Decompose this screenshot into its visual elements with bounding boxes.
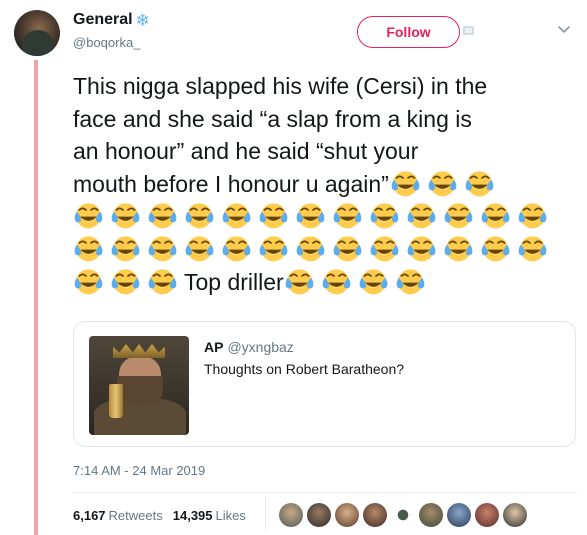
joy-emoji-icon: [369, 233, 400, 263]
joy-emoji-icon: [332, 200, 363, 230]
likes-stat[interactable]: 14,395 Likes: [173, 508, 246, 523]
joy-emoji-icon: [443, 200, 474, 230]
joy-emoji-icon: [73, 233, 104, 263]
joy-emoji-icon: [147, 233, 178, 263]
joy-emoji-icon: [427, 168, 458, 198]
liker-avatar[interactable]: [447, 503, 471, 527]
quoted-tweet-image[interactable]: [89, 336, 189, 435]
emoji-row: [73, 200, 581, 233]
display-name[interactable]: General: [73, 11, 133, 29]
liker-avatars: [279, 503, 527, 527]
joy-emoji-icon: [258, 200, 289, 230]
quoted-author-handle: @yxngbaz: [227, 339, 294, 355]
user-handle[interactable]: @boqorka_: [73, 35, 140, 50]
joy-emoji-icon: [147, 200, 178, 230]
divider: [73, 492, 577, 493]
joy-emoji-icon: [295, 233, 326, 263]
thread-line: [34, 60, 38, 535]
joy-emoji-icon: [517, 200, 548, 230]
joy-emoji-icon: [295, 200, 326, 230]
joy-emoji-icon: [406, 233, 437, 263]
liker-avatar[interactable]: [503, 503, 527, 527]
emoji-row: [73, 233, 581, 266]
joy-emoji-icon: [73, 266, 104, 296]
joy-emoji-icon: [395, 266, 426, 296]
liker-avatar[interactable]: [363, 503, 387, 527]
follow-button[interactable]: Follow: [357, 16, 460, 48]
snowflake-icon: ❄: [135, 10, 150, 30]
joy-emoji-icon: [443, 233, 474, 263]
joy-emoji-icon: [390, 168, 421, 198]
user-avatar[interactable]: [14, 10, 60, 56]
tweet-timestamp[interactable]: 7:14 AM - 24 Mar 2019: [73, 463, 205, 478]
joy-emoji-icon: [73, 200, 104, 230]
tweet-text: This nigga slapped his wife (Cersi) in t…: [73, 70, 581, 299]
joy-emoji-icon: [480, 233, 511, 263]
liker-avatar[interactable]: [279, 503, 303, 527]
joy-emoji-icon: [480, 200, 511, 230]
joy-emoji-icon: [110, 266, 141, 296]
tweet-text-line: This nigga slapped his wife (Cersi) in t…: [73, 73, 488, 99]
liker-avatar[interactable]: [391, 503, 415, 527]
joy-emoji-icon: [221, 233, 252, 263]
tweet-text-line: face and she said “a slap from a king is: [73, 105, 472, 132]
retweets-stat[interactable]: 6,167 Retweets: [73, 508, 163, 523]
likes-label: Likes: [215, 508, 246, 523]
joy-emoji-icon: [332, 233, 363, 263]
joy-emoji-icon: [184, 233, 215, 263]
joy-emoji-icon: [358, 266, 389, 296]
liker-avatar[interactable]: [475, 503, 499, 527]
joy-emoji-icon: [221, 200, 252, 230]
joy-emoji-icon: [464, 168, 495, 198]
joy-emoji-icon: [147, 266, 178, 296]
liker-avatar[interactable]: [307, 503, 331, 527]
joy-emoji-icon: [369, 200, 400, 230]
likes-count: 14,395: [172, 508, 213, 523]
stats-divider: [265, 496, 266, 530]
joy-emoji-icon: [184, 200, 215, 230]
quoted-author: AP @yxngbaz: [204, 339, 294, 355]
liker-avatar[interactable]: [335, 503, 359, 527]
chevron-down-icon[interactable]: [557, 22, 571, 36]
tweet-text-line: mouth before I honour u again”: [73, 170, 389, 197]
liker-avatar[interactable]: [419, 503, 443, 527]
tweet-text-end: Top driller: [184, 269, 284, 295]
joy-emoji-icon: [284, 266, 315, 296]
card-icon: [463, 26, 474, 35]
joy-emoji-icon: [110, 233, 141, 263]
emoji-row: Top driller: [73, 266, 581, 299]
retweets-label: Retweets: [108, 508, 163, 523]
tweet-text-line: an honour” and he said “shut your: [73, 138, 419, 164]
joy-emoji-icon: [110, 200, 141, 230]
joy-emoji-icon: [321, 266, 352, 296]
joy-emoji-icon: [258, 233, 289, 263]
quoted-author-name: AP: [204, 339, 224, 355]
retweets-count: 6,167: [73, 508, 106, 523]
tweet-stats: 6,167 Retweets 14,395 Likes: [73, 508, 246, 523]
quoted-tweet-text: Thoughts on Robert Baratheon?: [204, 361, 405, 377]
display-name-row[interactable]: General ❄: [73, 11, 150, 29]
joy-emoji-icon: [517, 233, 548, 263]
quoted-tweet[interactable]: AP @yxngbaz Thoughts on Robert Baratheon?: [73, 321, 576, 447]
joy-emoji-icon: [406, 200, 437, 230]
